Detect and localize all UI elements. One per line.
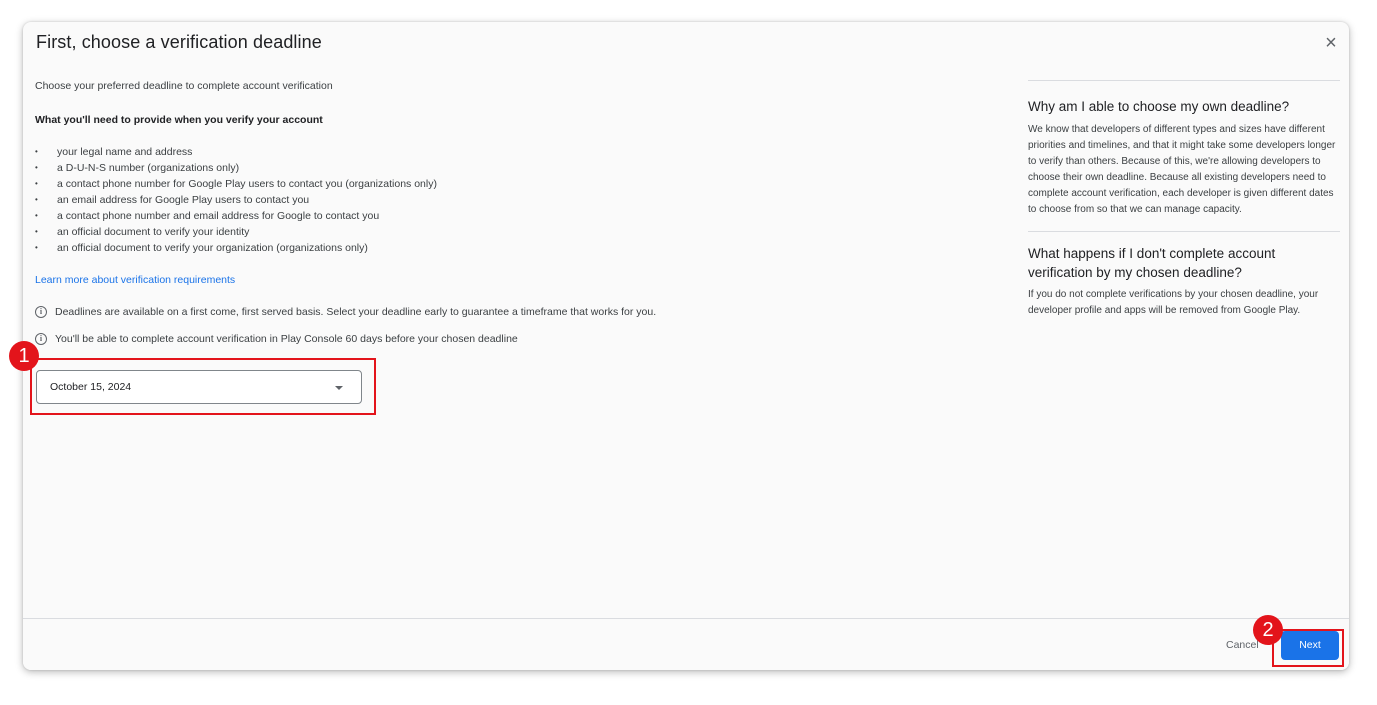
info-row-first-come: i Deadlines are available on a first com… <box>35 304 995 320</box>
deadline-select-value: October 15, 2024 <box>50 381 132 393</box>
learn-more-link[interactable]: Learn more about verification requiremen… <box>35 274 235 286</box>
dialog-footer: Cancel Next <box>23 618 1349 670</box>
faq-question-1: Why am I able to choose my own deadline? <box>1028 99 1290 114</box>
info-icon: i <box>35 333 47 345</box>
info-row-60-days: i You'll be able to complete account ver… <box>35 331 995 347</box>
divider <box>1028 80 1340 81</box>
dialog-subtitle: Choose your preferred deadline to comple… <box>35 80 333 92</box>
deadline-select[interactable]: October 15, 2024 <box>36 370 362 404</box>
dropdown-arrow-icon <box>335 386 343 390</box>
info-text: You'll be able to complete account verif… <box>55 333 518 345</box>
requirement-item: an official document to verify your iden… <box>35 224 995 240</box>
requirement-item: your legal name and address <box>35 144 995 160</box>
faq-answer-2: If you do not complete verifications by … <box>1028 289 1319 316</box>
requirement-item: a contact phone number for Google Play u… <box>35 176 995 192</box>
cancel-button[interactable]: Cancel <box>1226 639 1259 651</box>
left-column: Choose your preferred deadline to comple… <box>35 80 995 347</box>
dialog-title: First, choose a verification deadline <box>36 32 322 52</box>
divider <box>1028 231 1340 232</box>
requirement-item: a contact phone number and email address… <box>35 208 995 224</box>
faq-question-2: What happens if I don't complete account… <box>1028 246 1276 280</box>
requirement-item: a D-U-N-S number (organizations only) <box>35 160 995 176</box>
info-text: Deadlines are available on a first come,… <box>55 306 657 318</box>
faq-panel: Why am I able to choose my own deadline?… <box>1028 80 1340 319</box>
faq-answer-1: We know that developers of different typ… <box>1028 124 1336 215</box>
requirements-heading: What you'll need to provide when you ver… <box>35 114 323 126</box>
next-button[interactable]: Next <box>1281 631 1339 660</box>
requirement-item: an official document to verify your orga… <box>35 240 995 256</box>
info-icon: i <box>35 306 47 318</box>
close-icon[interactable]: × <box>1320 32 1342 54</box>
verification-deadline-dialog: First, choose a verification deadline × … <box>23 22 1349 670</box>
step-marker-1: 1 <box>9 341 39 371</box>
requirement-item: an email address for Google Play users t… <box>35 192 995 208</box>
requirements-list: your legal name and address a D-U-N-S nu… <box>35 144 995 256</box>
step-marker-2: 2 <box>1253 615 1283 645</box>
